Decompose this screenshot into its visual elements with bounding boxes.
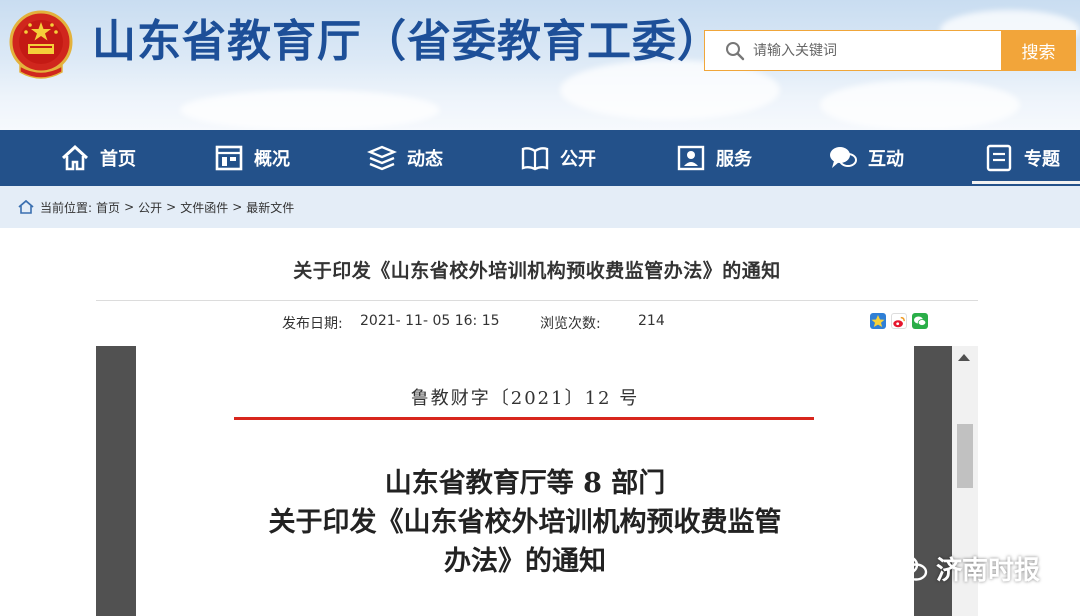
breadcrumb-prefix: 当前位置: (40, 200, 93, 215)
stack-icon (367, 145, 397, 171)
chat-icon (830, 147, 857, 168)
search-icon (726, 42, 745, 61)
national-emblem-icon (9, 10, 73, 79)
nav-label: 动态 (407, 149, 443, 170)
nav-label: 专题 (1024, 149, 1060, 170)
site-title[interactable]: 山东省教育厅（省委教育工委） (92, 12, 722, 72)
share-weibo-icon[interactable] (891, 313, 907, 329)
nav-item-public[interactable]: 公开 (520, 130, 596, 186)
wechat-logo-icon (891, 554, 928, 581)
search-box (704, 30, 1002, 71)
watermark-text: 济南时报 (936, 555, 1041, 586)
article-meta: 发布日期: 2021- 11- 05 16: 15 浏览次数: 214 (96, 313, 978, 333)
publish-date-value: 2021- 11- 05 16: 15 (360, 313, 500, 329)
nav-item-overview[interactable]: 概况 (214, 130, 290, 186)
nav-item-news[interactable]: 动态 (367, 130, 443, 186)
view-count-label: 浏览次数: (540, 316, 601, 332)
nav-label: 概况 (254, 149, 290, 170)
open-book-icon (521, 147, 549, 171)
document-red-line (234, 417, 814, 420)
share-buttons (870, 313, 928, 329)
document-icon (986, 144, 1012, 172)
watermark: 济南时报 (890, 548, 1040, 588)
header-banner: 山东省教育厅（省委教育工委） 搜索 (0, 0, 1080, 130)
breadcrumb-link-latest[interactable]: 最新文件 (246, 199, 294, 216)
breadcrumb-separator: > (166, 200, 177, 214)
breadcrumb-link-public[interactable]: 公开 (138, 199, 162, 216)
breadcrumb-separator: > (124, 200, 135, 214)
document-heading-line: 关于印发《山东省校外培训机构预收费监管 (268, 507, 782, 538)
document-page: 鲁教财字〔2021〕12 号 山东省教育厅等 8 部门 关于印发《山东省校外培训… (136, 346, 914, 616)
document-viewer[interactable]: 鲁教财字〔2021〕12 号 山东省教育厅等 8 部门 关于印发《山东省校外培训… (96, 346, 978, 616)
document-heading: 山东省教育厅等 8 部门 关于印发《山东省校外培训机构预收费监管 办法》的通知 (136, 464, 914, 581)
breadcrumb-separator: > (232, 200, 243, 214)
document-heading-line: 山东省教育厅等 8 部门 (384, 468, 666, 499)
nav-label: 公开 (560, 149, 596, 170)
nav-item-special[interactable]: 专题 (972, 130, 1080, 186)
service-icon (677, 145, 705, 171)
view-count-value: 214 (638, 313, 665, 329)
nav-item-home[interactable]: 首页 (60, 130, 136, 186)
building-icon (215, 145, 243, 171)
article-title: 关于印发《山东省校外培训机构预收费监管办法》的通知 (293, 260, 781, 282)
scroll-up-arrow-icon[interactable] (958, 354, 970, 361)
search-input[interactable] (753, 35, 993, 66)
nav-label: 首页 (100, 149, 136, 170)
breadcrumb: 当前位置: 首页 > 公开 > 文件函件 > 最新文件 (0, 186, 1080, 228)
document-number: 鲁教财字〔2021〕12 号 (410, 388, 640, 409)
breadcrumb-link-documents[interactable]: 文件函件 (180, 199, 228, 216)
search-button[interactable]: 搜索 (1001, 30, 1076, 71)
publish-date-label: 发布日期: (282, 316, 343, 332)
nav-item-service[interactable]: 服务 (676, 130, 752, 186)
home-icon (61, 144, 89, 171)
location-home-icon (18, 200, 34, 214)
share-qzone-icon[interactable] (870, 313, 886, 329)
nav-label: 服务 (716, 149, 752, 170)
nav-label: 互动 (868, 149, 904, 170)
share-wechat-icon[interactable] (912, 313, 928, 329)
document-heading-line: 办法》的通知 (444, 546, 606, 577)
main-nav: 首页 概况 动态 公开 服务 互动 专题 (0, 130, 1080, 186)
scroll-thumb[interactable] (957, 424, 973, 488)
title-divider (96, 300, 978, 301)
breadcrumb-link-home[interactable]: 首页 (96, 199, 120, 216)
nav-item-interact[interactable]: 互动 (828, 130, 904, 186)
